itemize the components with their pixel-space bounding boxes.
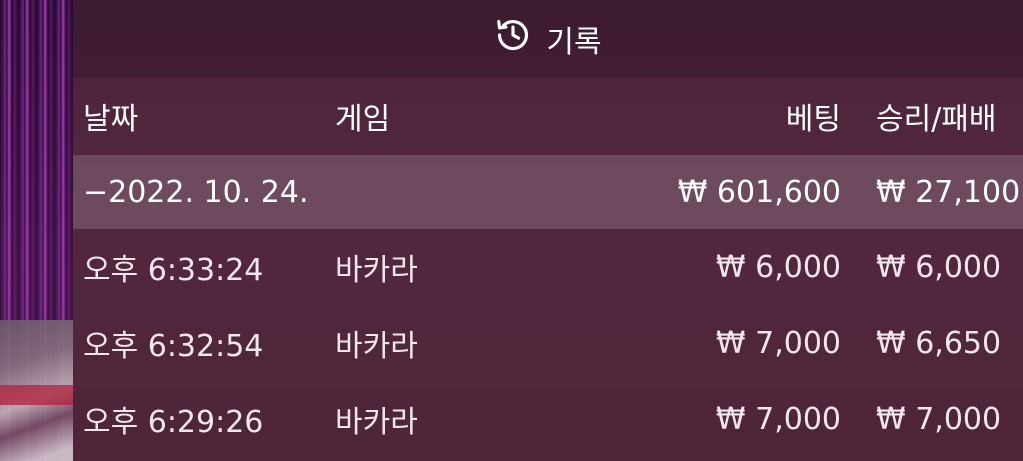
history-table: 날짜 게임 베팅 승리/패배 −2022. 10. 24. ₩ 601,600 … [73, 77, 1023, 457]
game-background [0, 0, 80, 461]
history-title: 기록 [546, 24, 602, 60]
row-result: ₩ 6,000 [876, 249, 1002, 285]
background-accent [0, 385, 80, 405]
row-result: ₩ 6,650 [876, 325, 1002, 361]
row-game: 바카라 [335, 329, 418, 364]
row-time: 오후 6:29:26 [83, 405, 264, 440]
row-game: 바카라 [335, 253, 418, 288]
column-header-result: 승리/패배 [876, 102, 997, 137]
row-game: 바카라 [335, 405, 418, 440]
row-bet: ₩ 6,000 [715, 249, 841, 285]
date-group-row[interactable]: −2022. 10. 24. ₩ 601,600 ₩ 27,100 [73, 155, 1023, 229]
column-header-bet: 베팅 [785, 102, 841, 137]
row-time: 오후 6:33:24 [83, 253, 264, 288]
group-result-total: ₩ 27,100 [876, 174, 1021, 210]
column-header-game: 게임 [335, 102, 391, 137]
row-bet: ₩ 7,000 [715, 325, 841, 361]
history-panel: 기록 날짜 게임 베팅 승리/패배 −2022. 10. 24. ₩ 601,6… [73, 0, 1023, 461]
table-row[interactable]: 오후 6:32:54 바카라 ₩ 7,000 ₩ 6,650 [73, 305, 1023, 381]
table-row[interactable]: 오후 6:29:26 바카라 ₩ 7,000 ₩ 7,000 [73, 381, 1023, 457]
game-screen: 기록 날짜 게임 베팅 승리/패배 −2022. 10. 24. ₩ 601,6… [0, 0, 1023, 461]
table-row[interactable]: 오후 6:33:24 바카라 ₩ 6,000 ₩ 6,000 [73, 229, 1023, 305]
group-date: −2022. 10. 24. [83, 174, 309, 210]
history-icon [494, 16, 532, 62]
group-bet-total: ₩ 601,600 [677, 174, 841, 210]
column-header-date: 날짜 [83, 102, 139, 137]
row-time: 오후 6:32:54 [83, 329, 264, 364]
history-header: 기록 [73, 0, 1023, 77]
row-result: ₩ 7,000 [876, 401, 1002, 437]
table-header-row: 날짜 게임 베팅 승리/패배 [73, 77, 1023, 155]
row-bet: ₩ 7,000 [715, 401, 841, 437]
